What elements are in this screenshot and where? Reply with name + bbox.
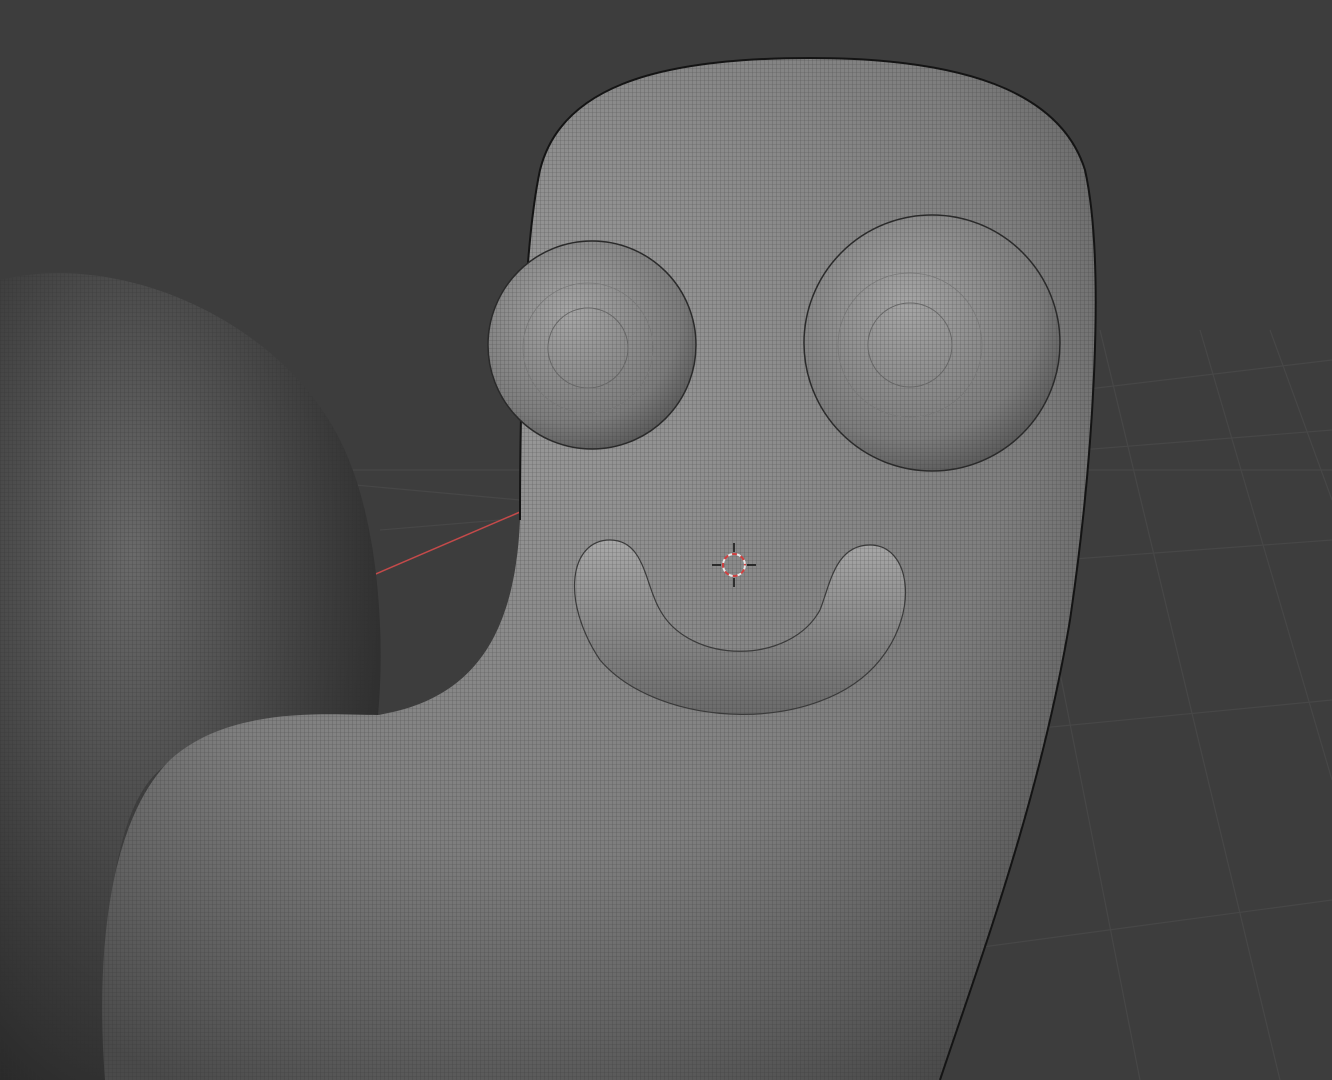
viewport-canvas[interactable] xyxy=(0,0,1332,1080)
right-eye-mesh[interactable] xyxy=(803,214,1061,472)
left-eye-mesh[interactable] xyxy=(487,240,697,450)
3d-viewport[interactable] xyxy=(0,0,1332,1080)
